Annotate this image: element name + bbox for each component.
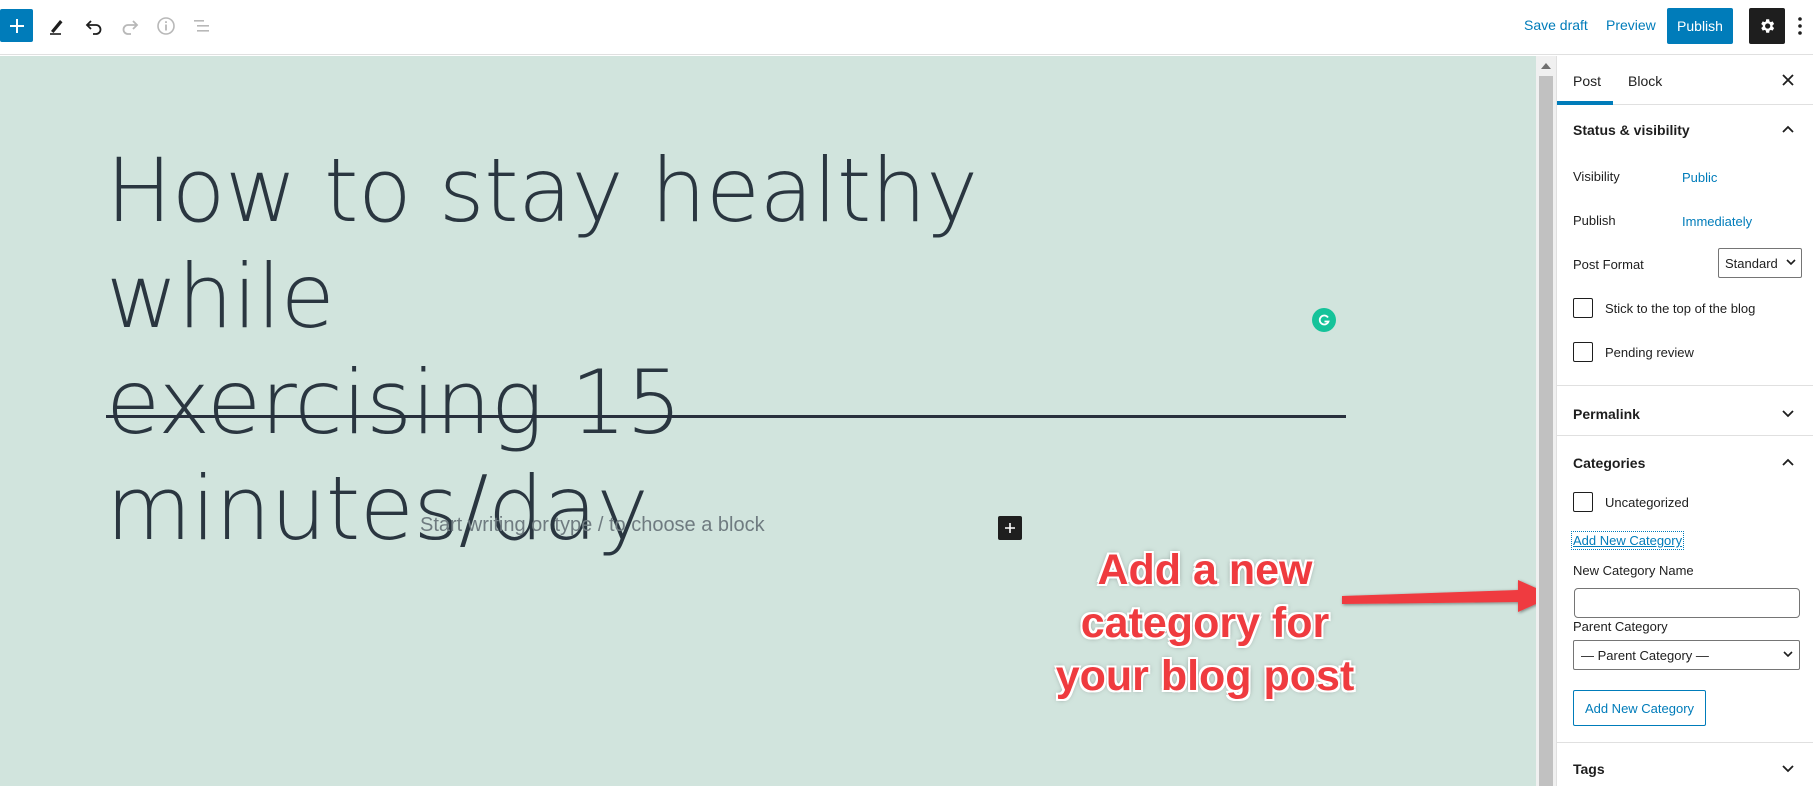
plus-icon [9, 18, 24, 33]
chevron-down-icon [1786, 259, 1796, 266]
chevron-up-icon[interactable] [1781, 455, 1795, 469]
list-view-icon [194, 20, 209, 32]
post-title-line: How to stay healthy while [106, 139, 978, 348]
close-sidebar-button[interactable] [1779, 71, 1797, 89]
info-icon [157, 17, 175, 35]
new-category-name-input[interactable] [1574, 588, 1800, 618]
active-tab-indicator [1557, 101, 1613, 105]
editor-toolbar: Save draft Preview Publish [0, 0, 1813, 55]
more-options-button[interactable] [1791, 10, 1809, 42]
chevron-down-icon[interactable] [1781, 762, 1795, 776]
panel-divider [1557, 385, 1813, 386]
add-new-category-button[interactable]: Add New Category [1573, 690, 1706, 726]
editor-canvas: How to stay healthy while exercising 15 … [0, 56, 1554, 786]
close-icon [1782, 74, 1794, 86]
block-inserter-button[interactable] [998, 516, 1022, 540]
visibility-label: Visibility [1573, 169, 1620, 184]
scroll-up-icon[interactable] [1540, 60, 1552, 72]
annotation-callout: Add a new category for your blog post [1040, 544, 1370, 703]
publish-date-toggle[interactable]: Immediately [1682, 214, 1752, 229]
annotation-line: your blog post [1055, 652, 1355, 700]
new-category-name-label: New Category Name [1573, 563, 1694, 578]
sidebar-tabs: Post Block [1557, 56, 1813, 105]
pencil-icon [50, 20, 63, 35]
preview-button[interactable]: Preview [1606, 17, 1656, 33]
tools-button[interactable] [40, 9, 74, 43]
grammarly-button[interactable] [1312, 308, 1336, 332]
visibility-toggle[interactable]: Public [1682, 170, 1717, 185]
post-format-value: Standard [1725, 255, 1778, 271]
parent-category-select[interactable]: — Parent Category — [1573, 640, 1800, 670]
panel-divider [1557, 742, 1813, 743]
tab-block[interactable]: Block [1628, 73, 1662, 89]
panel-divider [1557, 435, 1813, 436]
annotation-arrow-icon [1342, 580, 1554, 612]
save-draft-button[interactable]: Save draft [1524, 17, 1588, 33]
pending-review-checkbox[interactable] [1573, 342, 1593, 362]
grammarly-icon [1318, 314, 1330, 326]
annotation-line: Add a new [1097, 546, 1313, 594]
add-new-category-link[interactable]: Add New Category [1570, 531, 1685, 550]
tab-post[interactable]: Post [1573, 73, 1601, 89]
parent-category-value: — Parent Category — [1581, 647, 1709, 663]
details-button[interactable] [149, 9, 183, 43]
chevron-down-icon[interactable] [1781, 407, 1795, 421]
scrollbar-thumb[interactable] [1539, 76, 1553, 786]
title-separator [106, 415, 1346, 418]
plus-icon [1005, 523, 1015, 533]
category-checkbox[interactable] [1573, 492, 1593, 512]
post-format-select[interactable]: Standard [1718, 248, 1802, 278]
panel-title-categories[interactable]: Categories [1573, 455, 1645, 471]
undo-button[interactable] [77, 9, 111, 43]
publish-button[interactable]: Publish [1667, 8, 1733, 44]
annotation-line: category for [1080, 599, 1330, 647]
panel-title-tags[interactable]: Tags [1573, 761, 1605, 777]
sticky-checkbox[interactable] [1573, 298, 1593, 318]
panel-title-status[interactable]: Status & visibility [1573, 122, 1690, 138]
settings-sidebar: Post Block Status & visibility Visibilit… [1556, 56, 1813, 786]
settings-button[interactable] [1749, 8, 1785, 44]
post-format-label: Post Format [1573, 257, 1644, 272]
parent-category-label: Parent Category [1573, 619, 1668, 634]
sticky-label[interactable]: Stick to the top of the blog [1605, 301, 1755, 316]
panel-title-permalink[interactable]: Permalink [1573, 406, 1640, 422]
block-placeholder[interactable]: Start writing or type / to choose a bloc… [420, 514, 765, 537]
chevron-up-icon[interactable] [1781, 122, 1795, 136]
outline-button[interactable] [185, 9, 219, 43]
vertical-ellipsis-icon [1798, 17, 1802, 35]
undo-icon [85, 20, 102, 35]
post-title[interactable]: How to stay healthy while exercising 15 … [106, 138, 1166, 562]
pending-review-label[interactable]: Pending review [1605, 345, 1694, 360]
gear-icon [1761, 19, 1775, 33]
redo-button[interactable] [113, 9, 147, 43]
category-label[interactable]: Uncategorized [1605, 495, 1689, 510]
publish-label: Publish [1573, 213, 1616, 228]
add-block-button[interactable] [0, 9, 33, 42]
chevron-down-icon [1783, 651, 1793, 658]
redo-icon [122, 20, 139, 35]
